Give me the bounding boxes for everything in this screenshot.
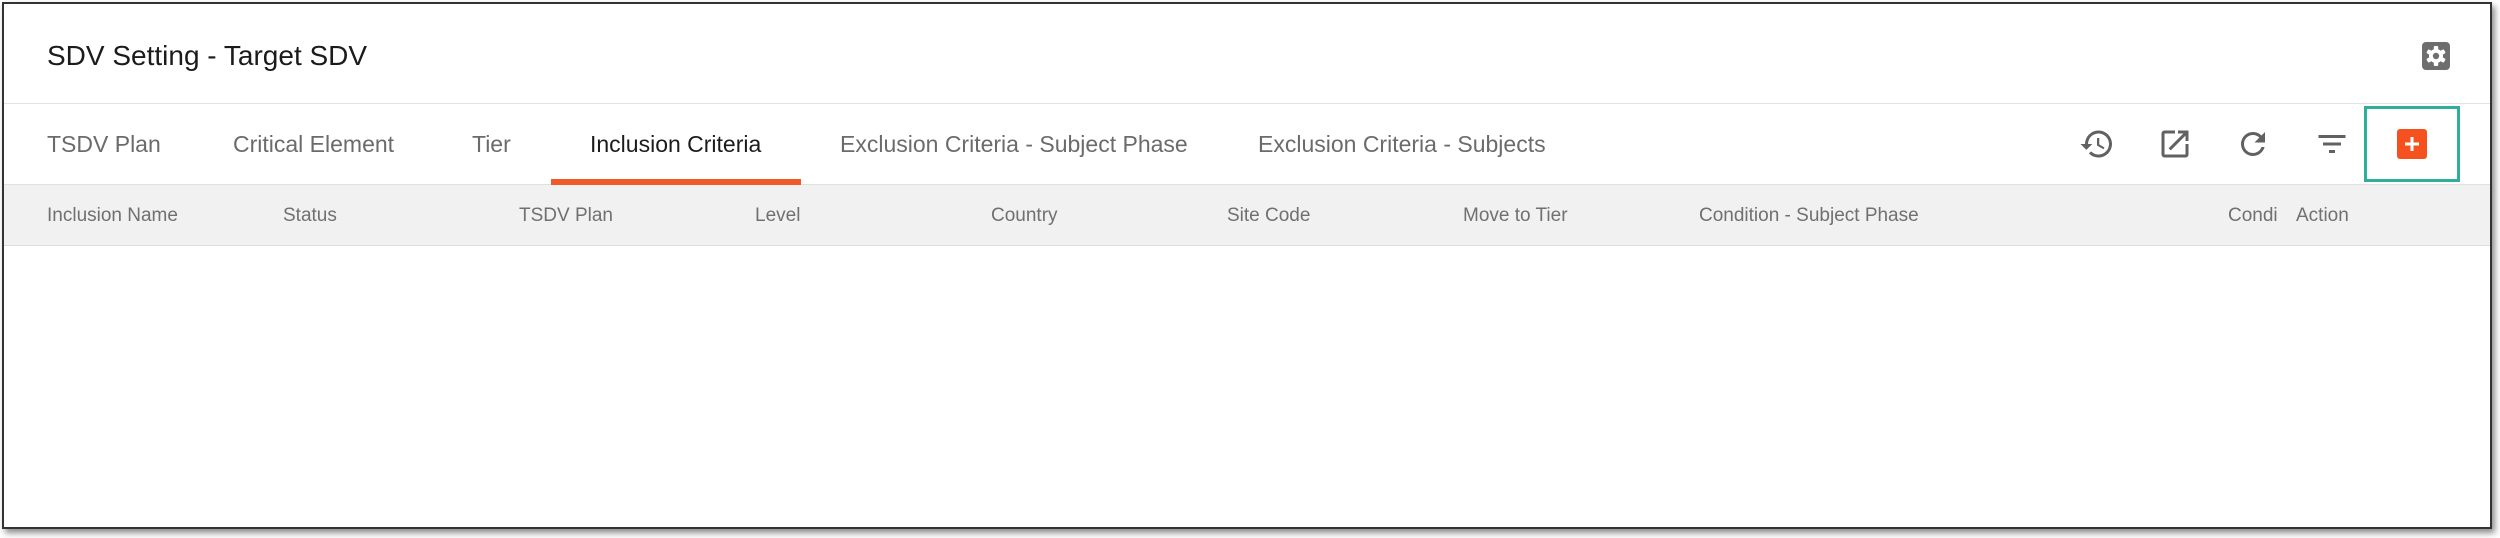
settings-button[interactable] [2420,40,2452,72]
refresh-icon [2240,131,2265,156]
column-header-country[interactable]: Country [991,185,1058,246]
filter-button[interactable] [2312,124,2352,164]
column-header-move-to-tier[interactable]: Move to Tier [1463,185,1568,246]
tab-tier[interactable]: Tier [472,104,511,185]
column-header-site-code[interactable]: Site Code [1227,185,1310,246]
sdv-setting-panel: SDV Setting - Target SDV TSDV Plan Criti… [2,2,2492,529]
tab-bar: TSDV Plan Critical Element Tier Inclusio… [4,104,2490,185]
column-header-condition-subject-phase[interactable]: Condition - Subject Phase [1699,185,1919,246]
filter-icon [2318,135,2346,153]
column-header-inclusion-name[interactable]: Inclusion Name [47,185,178,246]
tab-critical-element[interactable]: Critical Element [233,104,394,185]
open-external-icon [2161,130,2189,158]
table-header: Inclusion Name Status TSDV Plan Level Co… [4,185,2490,246]
refresh-button[interactable] [2233,124,2273,164]
column-header-action[interactable]: Action [2296,185,2349,246]
tab-inclusion-criteria[interactable]: Inclusion Criteria [590,104,761,185]
table-body-empty [4,246,2490,527]
tab-exclusion-criteria-subjects[interactable]: Exclusion Criteria - Subjects [1258,104,1546,185]
tab-exclusion-criteria-subject-phase[interactable]: Exclusion Criteria - Subject Phase [840,104,1188,185]
add-icon [2397,129,2427,159]
tab-tsdv-plan[interactable]: TSDV Plan [47,104,161,185]
gear-icon [2422,42,2450,70]
page-title: SDV Setting - Target SDV [47,40,368,71]
column-header-status[interactable]: Status [283,185,337,246]
open-external-button[interactable] [2155,124,2195,164]
column-header-condition-truncated[interactable]: Condi [2228,185,2278,246]
history-icon [2080,130,2112,158]
column-header-tsdv-plan[interactable]: TSDV Plan [519,185,613,246]
panel-header: SDV Setting - Target SDV [4,4,2490,104]
column-header-level[interactable]: Level [755,185,800,246]
history-button[interactable] [2077,124,2117,164]
add-inclusion-criteria-button[interactable] [2364,106,2460,182]
